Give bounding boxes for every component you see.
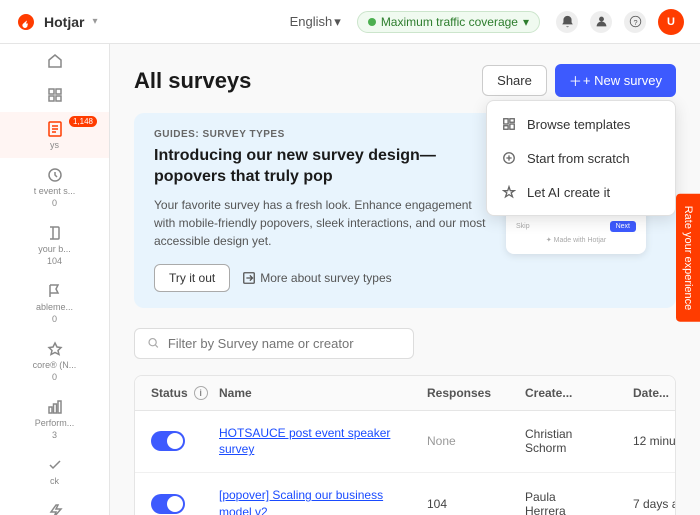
col-status: Status i: [151, 386, 211, 400]
row1-creator: Christian Schorm: [525, 427, 625, 455]
svg-text:?: ?: [633, 18, 637, 27]
row1-date: 12 minutes ago: [633, 434, 676, 448]
nav-right: English ▾ Maximum traffic coverage ▾ ? U: [290, 9, 684, 35]
table-row: HOTSAUCE post event speaker survey None …: [135, 411, 675, 474]
notifications-icon[interactable]: [556, 11, 578, 33]
row2-name[interactable]: [popover] Scaling our business model v2: [219, 487, 419, 515]
row2-date: 7 days ago: [633, 497, 676, 511]
home-icon: [46, 52, 64, 70]
book-icon: [46, 224, 64, 242]
dropdown-ai-create[interactable]: Let AI create it: [487, 175, 675, 209]
share-button[interactable]: Share: [482, 65, 547, 96]
search-input[interactable]: [168, 336, 401, 351]
template-icon: [501, 116, 517, 132]
row2-toggle[interactable]: [151, 494, 211, 514]
sidebar-item-grid[interactable]: [0, 78, 109, 112]
traffic-dot: [368, 18, 376, 26]
sidebar-item-chart[interactable]: Perform... 3: [0, 390, 109, 448]
surveys-icon: [46, 120, 64, 138]
grid-icon: [46, 86, 64, 104]
row2-responses: 104: [427, 497, 517, 511]
col-creator: Create...: [525, 386, 625, 400]
language-selector[interactable]: English ▾: [290, 14, 341, 30]
events-icon: [46, 166, 64, 184]
new-survey-dropdown: Browse templates Start from scratch: [486, 100, 676, 216]
banner-description: Your favorite survey has a fresh look. E…: [154, 196, 496, 250]
check-icon: [46, 456, 64, 474]
surveys-badge: 1,148: [69, 116, 97, 127]
status-info-icon[interactable]: i: [194, 386, 208, 400]
col-name: Name: [219, 386, 419, 400]
banner-title: Introducing our new survey design—popove…: [154, 146, 496, 188]
star-icon: [46, 340, 64, 358]
more-about-link[interactable]: More about survey types: [242, 271, 391, 285]
brand-name: Hotjar: [44, 14, 84, 30]
sidebar-item-star[interactable]: core® (N... 0: [0, 332, 109, 390]
sidebar-label-surveys: ys: [50, 140, 59, 150]
ai-icon: [501, 184, 517, 200]
sidebar-item-check[interactable]: ck: [0, 448, 109, 494]
scratch-icon: [501, 150, 517, 166]
try-it-out-button[interactable]: Try it out: [154, 264, 230, 292]
user-avatar[interactable]: U: [658, 9, 684, 35]
dropdown-start-scratch[interactable]: Start from scratch: [487, 141, 675, 175]
surveys-table: Status i Name Responses Create... Date..…: [134, 375, 676, 515]
row2-creator: Paula Herrera: [525, 490, 625, 515]
dropdown-browse-templates[interactable]: Browse templates: [487, 107, 675, 141]
new-survey-button[interactable]: ＋ + New survey: [555, 64, 676, 97]
plus-icon: ＋: [569, 71, 582, 90]
row1-name[interactable]: HOTSAUCE post event speaker survey: [219, 425, 419, 459]
search-icon: [147, 336, 160, 350]
page-header: All surveys Share ＋ + New survey Browse: [134, 64, 676, 97]
hotjar-logo[interactable]: [16, 12, 36, 32]
sidebar-item-bolt[interactable]: activatio... 1: [0, 494, 109, 515]
brand-caret: ▾: [92, 16, 97, 27]
table-header: Status i Name Responses Create... Date..…: [135, 376, 675, 411]
preview-watermark: ✦ Made with Hotjar: [516, 236, 636, 244]
top-navigation: Hotjar ▾ English ▾ Maximum traffic cover…: [0, 0, 700, 44]
search-bar[interactable]: [134, 328, 414, 359]
sidebar: 1,148 ys t event s... 0 your b... 104: [0, 44, 110, 515]
table-row: [popover] Scaling our business model v2 …: [135, 473, 675, 515]
rate-experience-sidebar[interactable]: Rate your experience: [676, 193, 700, 322]
banner-content: GUIDES: SURVEY TYPES Introducing our new…: [154, 129, 496, 292]
main-content: All surveys Share ＋ + New survey Browse: [110, 44, 700, 515]
nav-icons: ? U: [556, 9, 684, 35]
row1-responses: None: [427, 434, 517, 448]
banner-actions: Try it out More about survey types: [154, 264, 496, 292]
bolt-icon: [46, 502, 64, 515]
nav-left: Hotjar ▾: [16, 12, 97, 32]
sidebar-item-book[interactable]: your b... 104: [0, 216, 109, 274]
chart-icon: [46, 398, 64, 416]
help-icon[interactable]: ?: [624, 11, 646, 33]
page-title: All surveys: [134, 68, 251, 94]
sidebar-item-flag[interactable]: ableme... 0: [0, 274, 109, 332]
traffic-status[interactable]: Maximum traffic coverage ▾: [357, 11, 540, 33]
sidebar-item-surveys[interactable]: 1,148 ys: [0, 112, 109, 158]
sidebar-item-home[interactable]: [0, 44, 109, 78]
person-icon[interactable]: [590, 11, 612, 33]
sidebar-item-events[interactable]: t event s... 0: [0, 158, 109, 216]
preview-footer: Skip Next: [516, 221, 636, 232]
flag-icon: [46, 282, 64, 300]
col-responses: Responses: [427, 386, 517, 400]
header-actions: Share ＋ + New survey Browse templates: [482, 64, 676, 97]
row1-toggle[interactable]: [151, 431, 211, 451]
col-date: Date...: [633, 386, 676, 400]
banner-guide-label: GUIDES: SURVEY TYPES: [154, 129, 496, 140]
